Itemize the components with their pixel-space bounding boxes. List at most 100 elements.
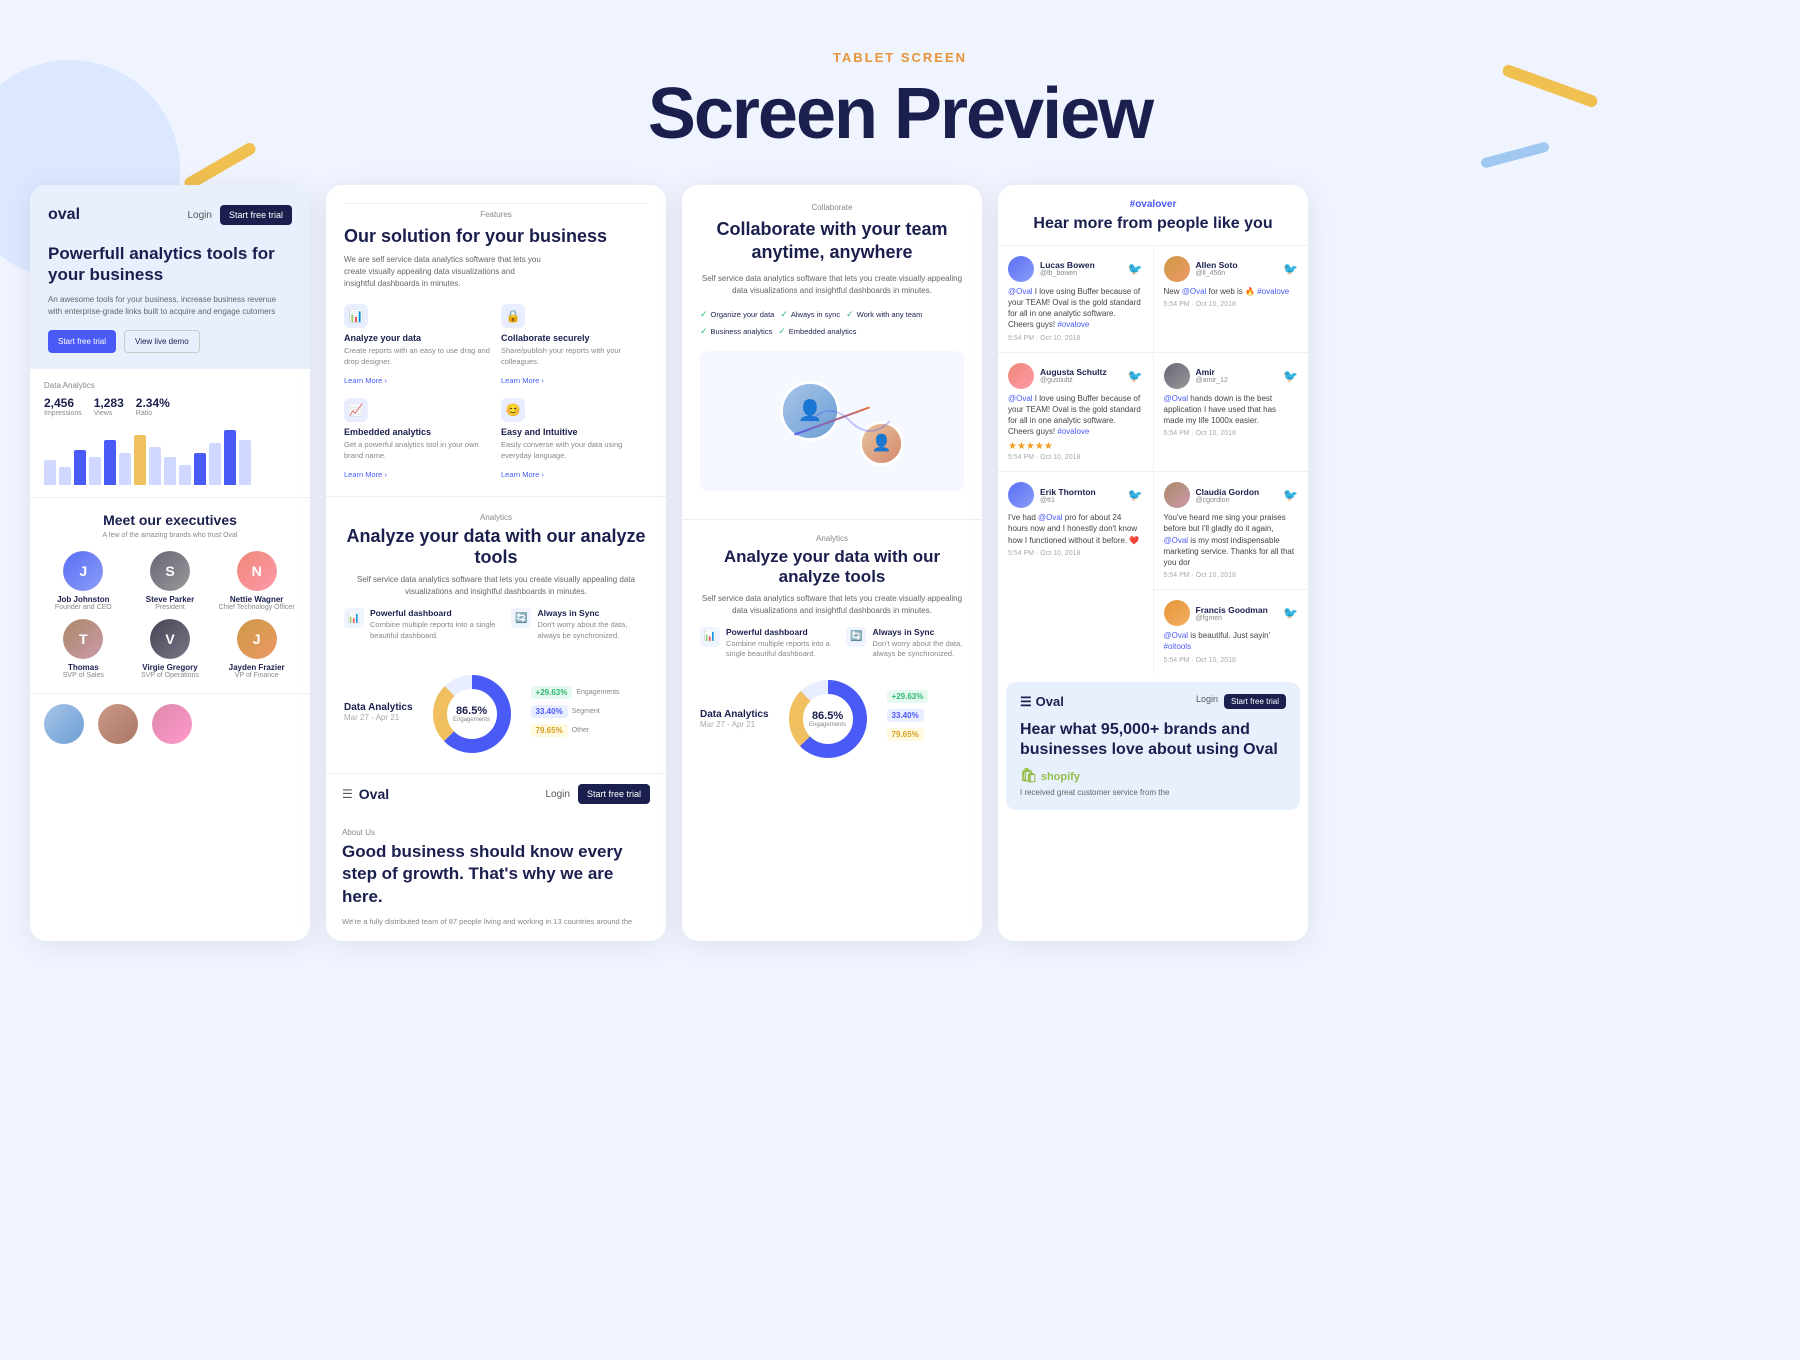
check-icon: ✓ bbox=[700, 309, 708, 320]
tag-label: Work with any team bbox=[857, 310, 923, 319]
bottom-logo-text: Oval bbox=[359, 786, 389, 802]
stat-ratio-label: Ratio bbox=[136, 410, 170, 417]
tweet-text: @Oval I love using Buffer because of you… bbox=[1008, 393, 1143, 438]
oval-login-btn[interactable]: Login bbox=[1196, 694, 1218, 709]
chart-bar bbox=[179, 465, 191, 485]
exec-name: Job Johnston bbox=[44, 595, 123, 604]
exec-item: T Thomas SVP of Sales bbox=[44, 619, 123, 679]
collab-tags: ✓ Organize your data ✓ Always in sync ✓ … bbox=[700, 309, 964, 337]
avatar-circle: V bbox=[150, 619, 190, 659]
tweet-user-info: Francis Goodman @fgmen bbox=[1164, 600, 1268, 626]
analytics-eyebrow: Analytics bbox=[344, 513, 648, 522]
tag-label: Always in sync bbox=[791, 310, 840, 319]
feature-link[interactable]: Learn More › bbox=[501, 376, 544, 385]
stat-badge: 79.65% bbox=[887, 728, 924, 741]
tweet-avatar bbox=[1008, 482, 1034, 508]
bottom-faces-row bbox=[30, 693, 310, 757]
analytics-label: Data Analytics bbox=[44, 381, 296, 390]
analytics-feat-content: Always in Sync Don't worry about the dat… bbox=[537, 608, 648, 641]
feature-link[interactable]: Learn More › bbox=[344, 376, 387, 385]
shopify-icon: 🛍 bbox=[1020, 767, 1038, 783]
exec-role: Founder and CEO bbox=[44, 604, 123, 611]
collab-chart-label: Data Analytics Mar 27 - Apr 21 bbox=[700, 709, 769, 729]
social-title: Hear more from people like you bbox=[1014, 214, 1292, 235]
bottom-login-button[interactable]: Login bbox=[546, 789, 570, 800]
executives-section: Meet our executives A few of the amazing… bbox=[30, 497, 310, 693]
analytics-feat-content: Powerful dashboard Combine multiple repo… bbox=[370, 608, 495, 641]
hero-demo-button[interactable]: View live demo bbox=[124, 330, 200, 353]
twitter-icon: 🐦 bbox=[1283, 488, 1298, 502]
hamburger-icon-sm: ☰ bbox=[1020, 694, 1032, 710]
tweet-card: Francis Goodman @fgmen 🐦 @Oval is beauti… bbox=[1154, 589, 1309, 673]
tablet-label: TABLET SCREEN bbox=[0, 50, 1800, 65]
tweet-name: Claudia Gordon bbox=[1196, 487, 1260, 497]
face-item bbox=[98, 704, 138, 747]
stat-label: Segment bbox=[572, 708, 600, 715]
tweet-handle: @lb_bowen bbox=[1040, 270, 1095, 277]
feature-desc: Create reports with an easy to use drag … bbox=[344, 346, 491, 367]
analyze-icon: 📊 bbox=[344, 304, 368, 328]
chart-label-area: Data Analytics Mar 27 - Apr 21 bbox=[344, 702, 413, 722]
executives-title: Meet our executives bbox=[44, 512, 296, 528]
analytics-title-section: Analytics Analyze your data with our ana… bbox=[326, 496, 666, 669]
tweet-time: 5:54 PM · Oct 10, 2018 bbox=[1164, 430, 1299, 437]
donut-stat-row: 79.65% bbox=[887, 728, 964, 741]
collab-analytics-features: 📊 Powerful dashboard Combine multiple re… bbox=[700, 627, 964, 660]
tweet-card: Erik Thornton @tt1 🐦 I've had @Oval pro … bbox=[998, 472, 1153, 673]
tweet-user: Claudia Gordon @cgordion bbox=[1196, 487, 1260, 504]
tweet-header: Lucas Bowen @lb_bowen 🐦 bbox=[1008, 256, 1143, 282]
hamburger-icon[interactable]: ☰ bbox=[342, 787, 353, 801]
stat-impressions-value: 2,456 bbox=[44, 396, 82, 410]
tweet-header: Augusta Schultz @gustiultz 🐦 bbox=[1008, 363, 1143, 389]
analytics-big-desc: Self service data analytics software tha… bbox=[344, 574, 648, 598]
donut-percent: 86.5% bbox=[453, 705, 490, 717]
tweet-handle: @tt1 bbox=[1040, 497, 1096, 504]
features-section: Features Our solution for your business … bbox=[326, 185, 666, 496]
feat-desc: Don't worry about the data, always be sy… bbox=[537, 620, 648, 641]
collab-donut-center-label: 86.5% Engagements bbox=[809, 710, 846, 728]
donut-stat-row: +29.63% Engagements bbox=[531, 686, 648, 699]
social-hashtag: #ovalover bbox=[1014, 199, 1292, 210]
tweet-avatar bbox=[1164, 363, 1190, 389]
tweet-name: Allen Soto bbox=[1196, 260, 1238, 270]
stat-label: Other bbox=[572, 727, 590, 734]
page-header: TABLET SCREEN Screen Preview bbox=[0, 0, 1800, 185]
exec-role: VP of Finance bbox=[217, 672, 296, 679]
feature-desc: Share/publish your reports with your col… bbox=[501, 346, 648, 367]
feature-title: Analyze your data bbox=[344, 333, 491, 343]
shopify-badge: 🛍 shopify bbox=[1020, 767, 1286, 784]
collab-chart-date: Mar 27 - Apr 21 bbox=[700, 720, 769, 729]
hero-trial-button[interactable]: Start free trial bbox=[220, 205, 292, 225]
check-icon: ✓ bbox=[780, 309, 788, 320]
exec-avatar: T bbox=[63, 619, 103, 659]
face-avatar bbox=[152, 704, 192, 744]
tweet-user: Augusta Schultz @gustiultz bbox=[1040, 367, 1107, 384]
analytics-feature-sync: 🔄 Always in Sync Don't worry about the d… bbox=[511, 608, 648, 641]
feature-link[interactable]: Learn More › bbox=[501, 470, 544, 479]
tweet-handle: @ll_456n bbox=[1196, 270, 1238, 277]
feature-link[interactable]: Learn More › bbox=[344, 470, 387, 479]
hero-login-button[interactable]: Login bbox=[188, 210, 212, 221]
tweet-avatar bbox=[1164, 600, 1190, 626]
tweet-text: @Oval hands down is the best application… bbox=[1164, 393, 1299, 427]
tweet-user: Francis Goodman @fgmen bbox=[1196, 605, 1268, 622]
stat-label: Engagements bbox=[576, 689, 619, 696]
hero-buttons: Start free trial View live demo bbox=[48, 330, 292, 353]
oval-logo-text: Oval bbox=[1036, 694, 1064, 709]
oval-trial-btn[interactable]: Start free trial bbox=[1224, 694, 1286, 709]
chart-date-range: Mar 27 - Apr 21 bbox=[344, 713, 413, 722]
check-icon: ✓ bbox=[778, 326, 786, 337]
tweet-card: Claudia Gordon @cgordion 🐦 You've heard … bbox=[1154, 472, 1309, 589]
feat-title: Powerful dashboard bbox=[726, 627, 830, 637]
tag-label: Organize your data bbox=[711, 310, 775, 319]
collab-eyebrow: Collaborate bbox=[700, 203, 964, 212]
bottom-logo-area: ☰ Oval bbox=[342, 786, 389, 802]
exec-name: Nettie Wagner bbox=[217, 595, 296, 604]
tweet-user-info: Allen Soto @ll_456n bbox=[1164, 256, 1238, 282]
features-title: Our solution for your business bbox=[344, 225, 648, 248]
bottom-trial-button[interactable]: Start free trial bbox=[578, 784, 650, 804]
donut-stat-row: 33.40% Segment bbox=[531, 705, 648, 718]
exec-avatar: N bbox=[237, 551, 277, 591]
stat-views-label: Views bbox=[94, 410, 124, 417]
hero-start-button[interactable]: Start free trial bbox=[48, 330, 116, 353]
